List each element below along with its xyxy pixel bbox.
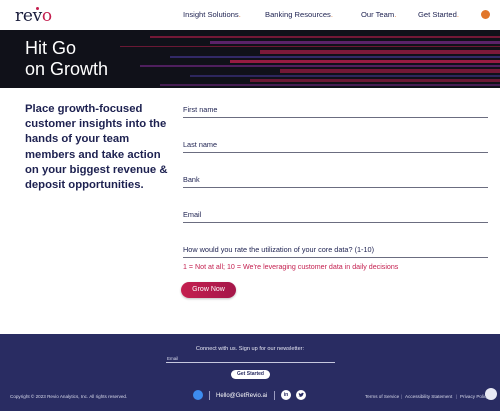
chat-icon[interactable] [193,390,203,400]
twitter-icon[interactable] [296,390,306,400]
hero-title-line-2: on Growth [25,59,109,79]
email-field[interactable]: Email [183,210,488,223]
hero-title: Hit Go on Growth [25,38,185,80]
legal-separator: | [401,394,403,399]
hero-banner: Hit Go on Growth [0,30,500,88]
terms-of-service-link[interactable]: Terms of Service [365,394,399,399]
newsletter-email-input[interactable] [166,362,335,363]
top-navigation-bar: revo Insight Solutions. Banking Resource… [0,0,500,30]
rating-hint: 1 = Not at all; 10 = We're leveraging cu… [183,263,399,271]
revio-logo[interactable]: revo [15,6,52,26]
bank-field[interactable]: Bank [183,175,488,188]
first-name-underline [183,117,488,118]
rating-label: How would you rate the utilization of yo… [183,245,375,254]
logo-o: o [41,6,52,26]
footer: Connect with us. Sign up for our newslet… [0,334,500,411]
logo-dot [36,7,39,10]
nav-dot: . [394,10,397,19]
nav-our-team[interactable]: Our Team. [361,10,396,19]
hero-title-line-1: Hit Go [25,38,77,58]
get-started-button[interactable]: Get Started [231,370,270,379]
rating-underline [183,257,488,258]
nav-dot: . [456,10,459,19]
first-name-label: First name [183,105,218,114]
contact-email-link[interactable]: Hello@GetRevio.ai [216,393,267,399]
bank-label: Bank [183,175,200,184]
nav-label: Insight Solutions [183,10,239,19]
intro-text: Place growth-focused customer insights i… [25,103,168,192]
first-name-field[interactable]: First name [183,105,488,118]
nav-label: Get Started [418,10,457,19]
nav-label: Our Team [361,10,395,19]
accessibility-statement-link[interactable]: Accessibility Statement [405,394,452,399]
divider [274,391,275,400]
divider [209,391,210,400]
legal-separator: | [456,394,458,399]
nav-dot: . [238,10,241,19]
nav-banking-resources[interactable]: Banking Resources. [265,10,333,19]
linkedin-icon[interactable]: in [281,390,291,400]
last-name-label: Last name [183,140,218,149]
chat-widget-icon[interactable] [485,388,497,400]
copyright-text: Copyright © 2023 Revio Analytics, Inc. A… [10,394,128,399]
nav-dot: . [330,10,333,19]
last-name-field[interactable]: Last name [183,140,488,153]
nav-insight-solutions[interactable]: Insight Solutions. [183,10,241,19]
email-label: Email [183,210,202,219]
newsletter-email-label: Email [167,356,179,361]
email-underline [183,222,488,223]
brand-badge-icon[interactable] [481,10,490,19]
rating-field[interactable]: How would you rate the utilization of yo… [183,245,488,258]
grow-now-button[interactable]: Grow Now [181,282,236,298]
bank-underline [183,187,488,188]
nav-get-started[interactable]: Get Started. [418,10,459,19]
newsletter-prompt: Connect with us. Sign up for our newslet… [195,346,305,352]
twitter-bird-glyph [298,392,304,397]
last-name-underline [183,152,488,153]
nav-label: Banking Resources [265,10,331,19]
